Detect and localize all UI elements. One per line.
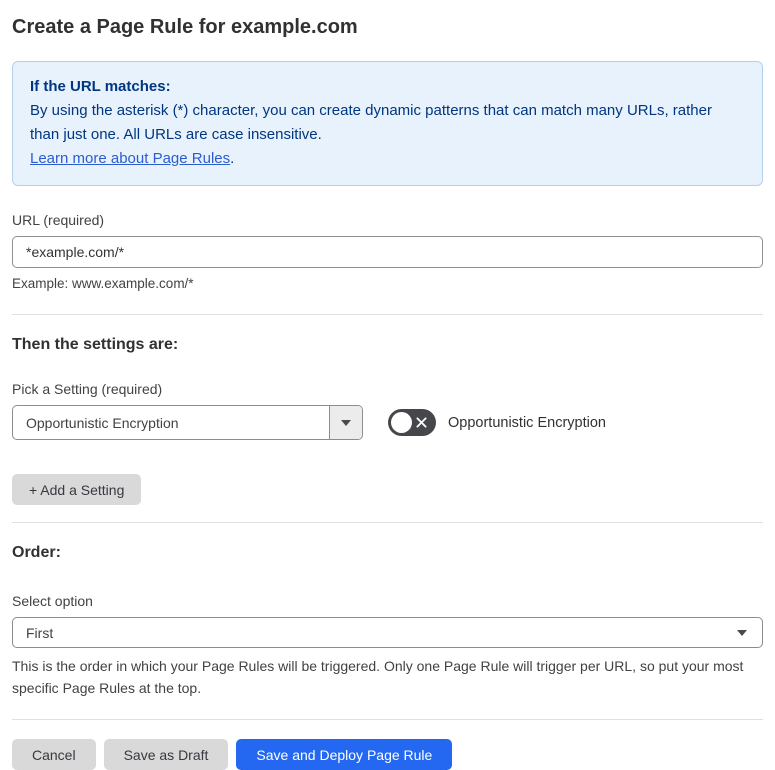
info-box-body-text: By using the asterisk (*) character, you… <box>30 102 712 143</box>
learn-more-link[interactable]: Learn more about Page Rules <box>30 150 230 167</box>
save-deploy-button[interactable]: Save and Deploy Page Rule <box>236 739 453 770</box>
toggle-label: Opportunistic Encryption <box>448 414 606 431</box>
chevron-down-icon <box>737 629 747 636</box>
order-help-text: This is the order in which your Page Rul… <box>12 658 744 696</box>
order-select-label: Select option <box>12 593 93 609</box>
setting-dropdown-arrow-button[interactable] <box>329 406 362 439</box>
opportunistic-encryption-toggle[interactable] <box>388 409 436 436</box>
add-setting-button[interactable]: + Add a Setting <box>12 474 142 505</box>
settings-section-heading: Then the settings are: <box>12 336 179 353</box>
divider <box>12 314 763 315</box>
chevron-down-icon <box>341 419 351 426</box>
link-suffix: . <box>230 150 235 167</box>
url-example-text: Example: www.example.com/* <box>12 276 194 291</box>
order-select-value: First <box>26 624 54 641</box>
info-box-heading: If the URL matches: <box>30 78 171 95</box>
save-draft-button[interactable]: Save as Draft <box>103 739 229 770</box>
setting-row: Opportunistic Encryption Opportunistic E… <box>12 405 763 440</box>
toggle-knob <box>391 412 412 433</box>
setting-dropdown-value: Opportunistic Encryption <box>26 414 179 431</box>
url-input[interactable] <box>12 236 763 268</box>
divider <box>12 522 763 523</box>
create-page-rule-form: Create a Page Rule for example.com If th… <box>0 0 775 770</box>
order-section-heading: Order: <box>12 544 61 561</box>
footer-actions: Cancel Save as Draft Save and Deploy Pag… <box>12 739 763 770</box>
url-match-info-box: If the URL matches: By using the asteris… <box>12 61 763 186</box>
info-box-body: By using the asterisk (*) character, you… <box>30 99 745 171</box>
order-select[interactable]: First <box>12 617 763 648</box>
pick-setting-label: Pick a Setting (required) <box>12 381 163 397</box>
x-icon <box>416 417 427 428</box>
setting-dropdown[interactable]: Opportunistic Encryption <box>12 405 363 440</box>
page-title: Create a Page Rule for example.com <box>12 16 358 38</box>
divider <box>12 719 763 720</box>
url-field-label: URL (required) <box>12 212 105 228</box>
cancel-button[interactable]: Cancel <box>12 739 96 770</box>
